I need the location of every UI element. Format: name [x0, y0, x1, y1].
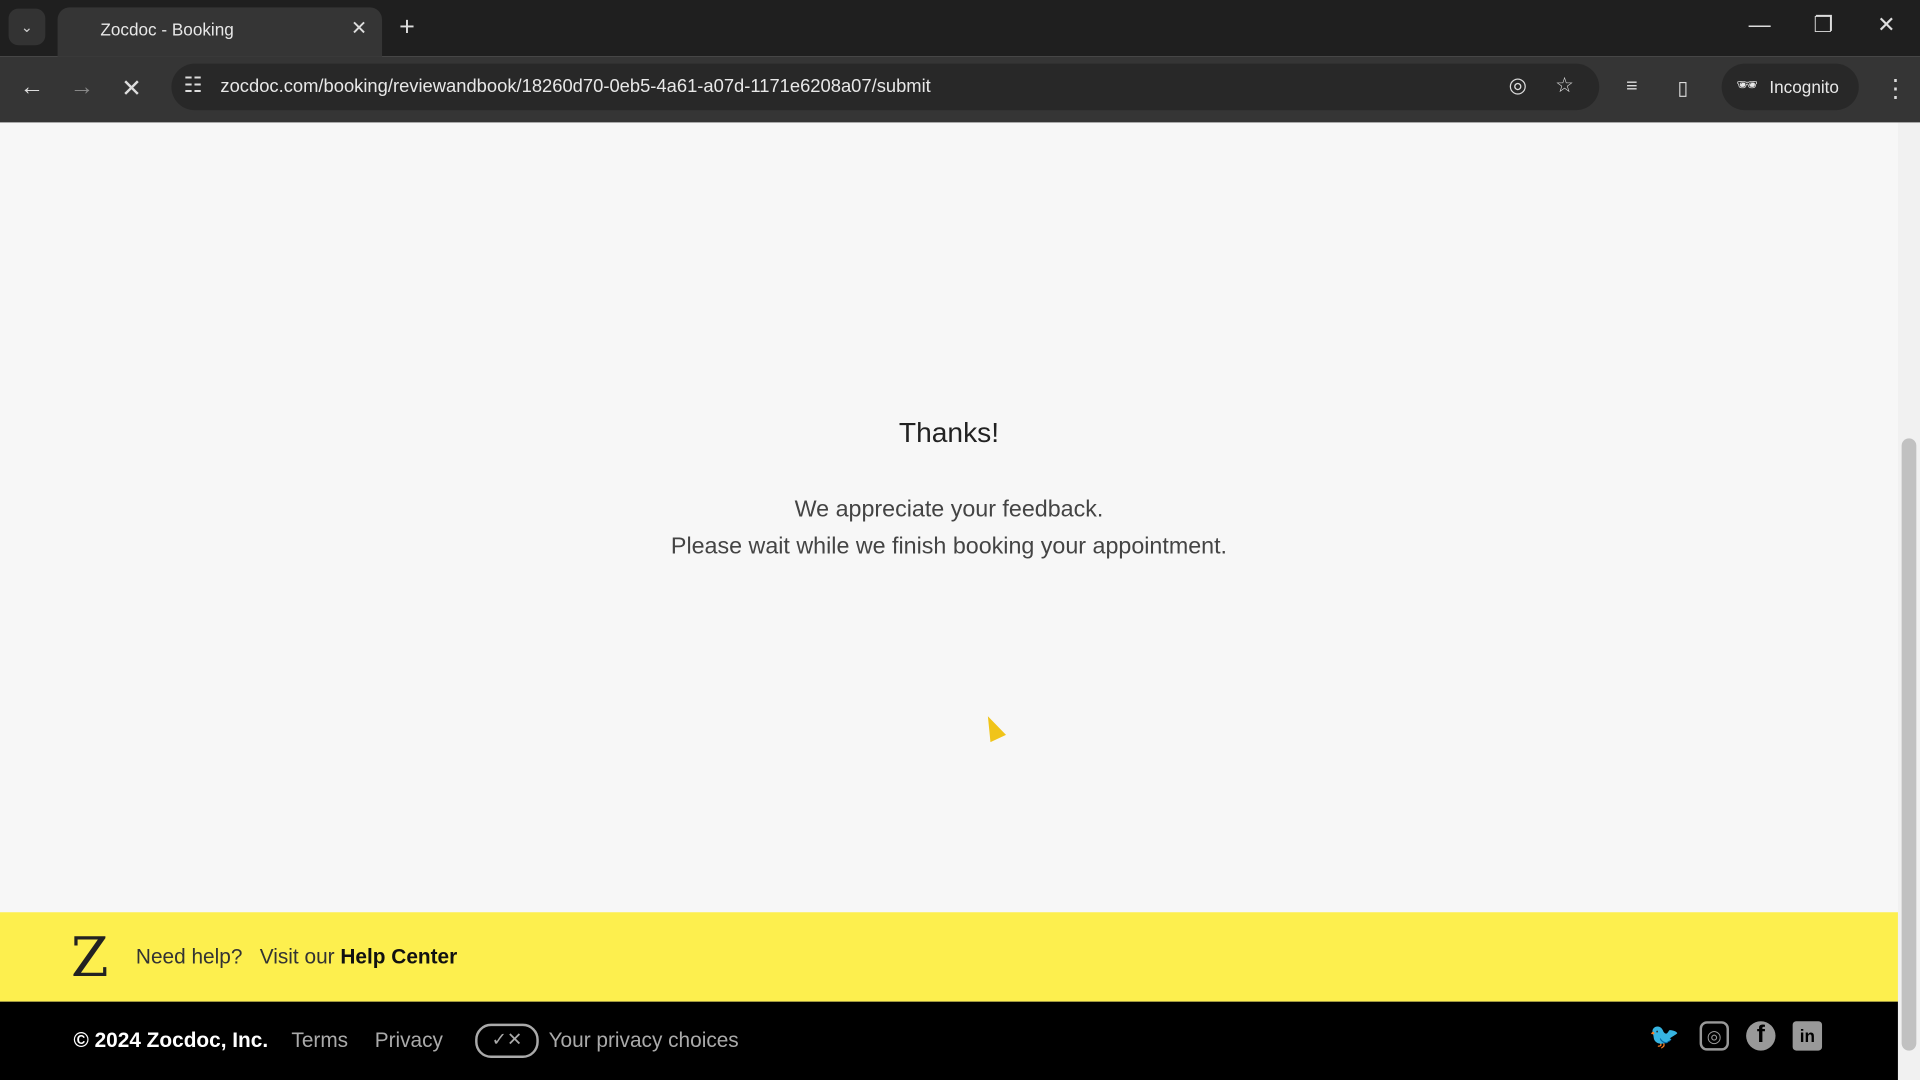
- minimize-icon[interactable]: —: [1749, 12, 1771, 38]
- help-visit: Visit our: [259, 945, 335, 969]
- tab-search-button[interactable]: ⌄: [8, 8, 46, 46]
- media-icon[interactable]: ≡: [1626, 76, 1637, 98]
- stop-loading-button[interactable]: ✕: [121, 73, 142, 104]
- url-text[interactable]: zocdoc.com/booking/reviewandbook/18260d7…: [220, 76, 930, 97]
- instagram-icon[interactable]: ◎: [1699, 1021, 1729, 1051]
- help-band: Z Need help? Visit our Help Center: [0, 912, 1898, 1002]
- privacy-choices-link[interactable]: Your privacy choices: [549, 1029, 739, 1053]
- close-tab-icon[interactable]: ✕: [351, 16, 367, 40]
- side-panel-icon[interactable]: ▯: [1678, 76, 1689, 100]
- eye-off-icon[interactable]: ◎: [1509, 73, 1527, 97]
- terms-link[interactable]: Terms: [291, 1029, 348, 1053]
- scrollbar[interactable]: [1897, 122, 1920, 1080]
- privacy-link[interactable]: Privacy: [375, 1029, 443, 1053]
- zocdoc-logo[interactable]: Z: [71, 927, 108, 989]
- toolbar: ← → ✕ ☷ zocdoc.com/booking/reviewandbook…: [0, 56, 1920, 123]
- twitter-icon[interactable]: 🐦: [1649, 1021, 1679, 1051]
- help-prefix: Need help?: [135, 945, 243, 969]
- close-window-icon[interactable]: ✕: [1877, 12, 1895, 38]
- menu-icon[interactable]: ⋮: [1883, 73, 1907, 104]
- message: We appreciate your feedback. Please wait…: [0, 492, 1898, 565]
- back-button[interactable]: ←: [20, 73, 44, 101]
- message-line-1: We appreciate your feedback.: [794, 497, 1104, 523]
- footer: © 2024 Zocdoc, Inc. Terms Privacy ✓✕ You…: [0, 1001, 1898, 1080]
- address-bar[interactable]: ☷ zocdoc.com/booking/reviewandbook/18260…: [171, 63, 1600, 111]
- scrollbar-thumb[interactable]: [1901, 438, 1917, 1051]
- restore-icon[interactable]: ❐: [1813, 12, 1833, 38]
- tab-title: Zocdoc - Booking: [100, 19, 234, 40]
- forward-button[interactable]: →: [70, 73, 94, 101]
- privacy-toggle-icon[interactable]: ✓✕: [475, 1023, 539, 1058]
- incognito-icon: 🕶: [1736, 74, 1759, 95]
- message-line-2: Please wait while we finish booking your…: [670, 533, 1228, 560]
- help-center-link[interactable]: Help Center: [340, 945, 457, 968]
- tab-bar: ⌄ Zocdoc - Booking ✕ + — ❐ ✕: [0, 0, 1920, 57]
- linkedin-icon[interactable]: in: [1792, 1021, 1823, 1051]
- page-title: Thanks!: [898, 416, 1000, 449]
- facebook-icon[interactable]: f: [1746, 1021, 1776, 1051]
- page-content: Thanks! We appreciate your feedback. Ple…: [0, 122, 1898, 913]
- incognito-badge[interactable]: 🕶 Incognito: [1721, 63, 1859, 111]
- bookmark-star-icon[interactable]: ☆: [1555, 73, 1574, 97]
- copyright: © 2024 Zocdoc, Inc.: [73, 1028, 269, 1052]
- incognito-label: Incognito: [1769, 77, 1839, 97]
- site-settings-icon[interactable]: ☷: [184, 73, 203, 97]
- new-tab-button[interactable]: +: [399, 11, 415, 43]
- tab-active[interactable]: Zocdoc - Booking ✕: [57, 7, 383, 57]
